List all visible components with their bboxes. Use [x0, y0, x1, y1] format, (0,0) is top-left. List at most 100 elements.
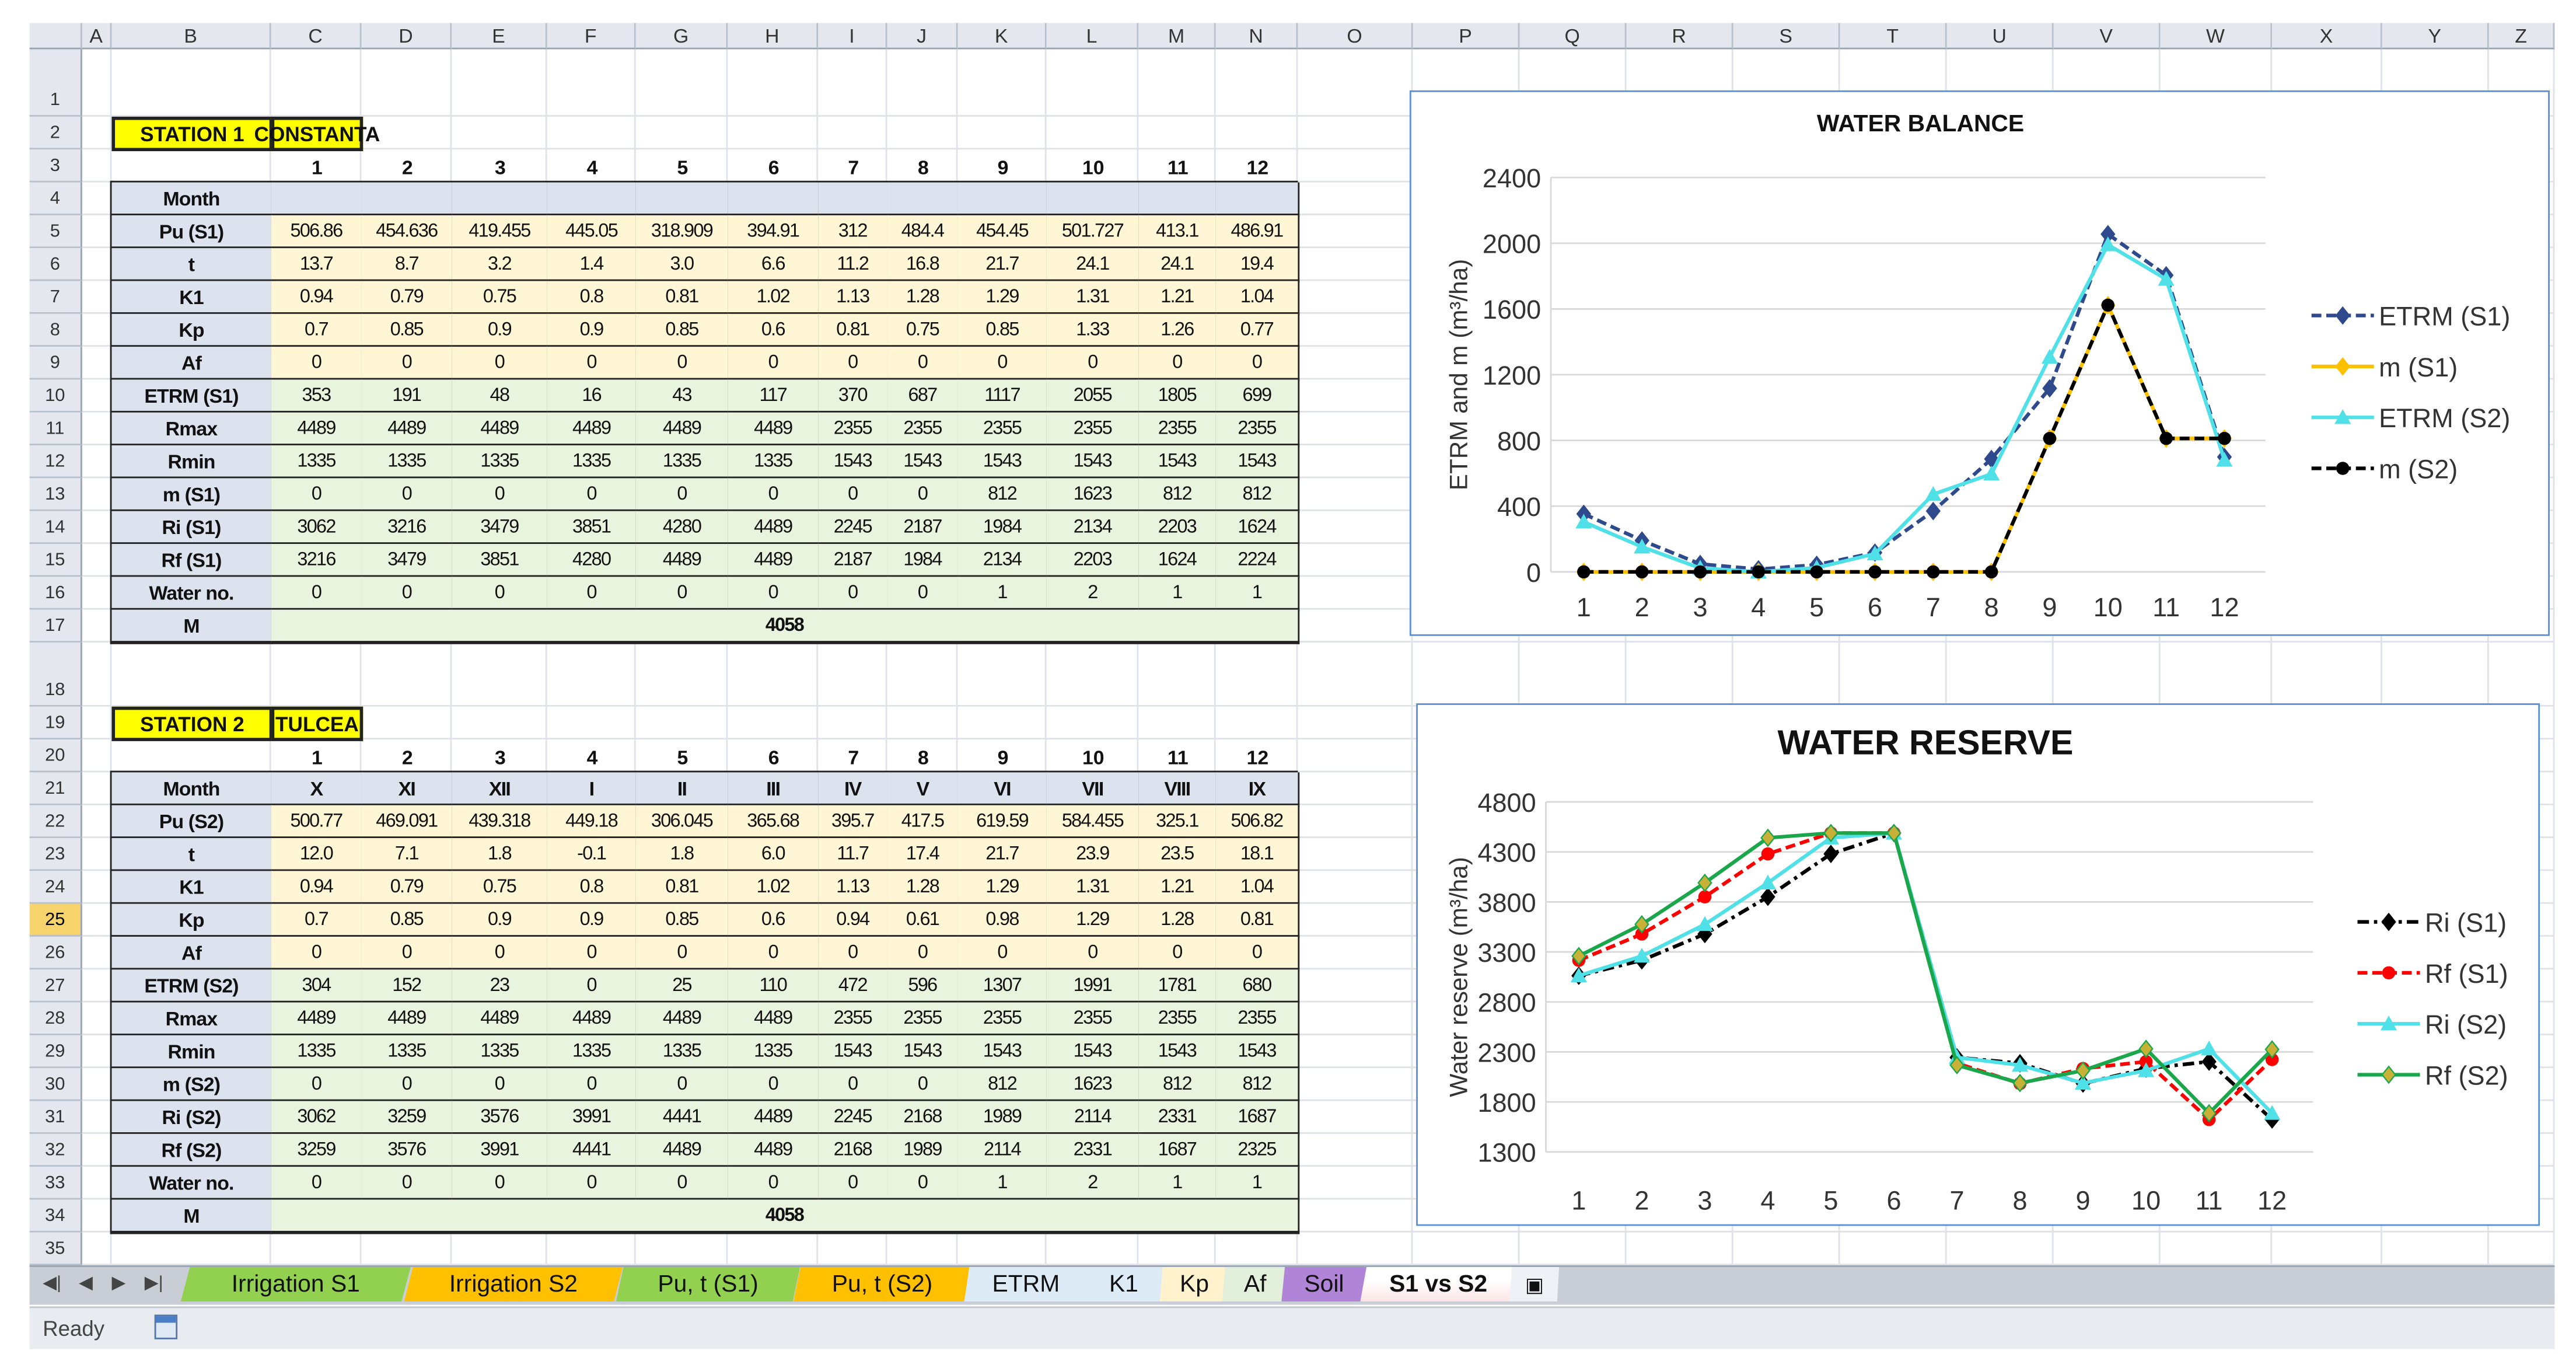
row-header[interactable]: 25	[29, 903, 82, 937]
value-cell[interactable]: 2114	[957, 1133, 1048, 1168]
value-cell[interactable]: 506.82	[1215, 805, 1300, 840]
row-label[interactable]: Rf (S1)	[111, 543, 273, 579]
value-cell[interactable]: 0.81	[635, 871, 730, 906]
row-label[interactable]: ETRM (S1)	[111, 379, 273, 414]
value-cell[interactable]: 812	[1138, 1068, 1218, 1103]
value-cell[interactable]: 4489	[361, 412, 454, 447]
value-cell[interactable]: 619.59	[957, 805, 1048, 840]
value-cell[interactable]: 23.9	[1046, 838, 1141, 873]
value-cell[interactable]: 1543	[818, 1035, 889, 1070]
month-number[interactable]: 5	[636, 149, 729, 184]
sheet-tab[interactable]: Irrigation S1	[180, 1266, 411, 1302]
value-cell[interactable]: 0	[728, 936, 820, 972]
value-cell[interactable]: 1624	[1138, 543, 1218, 579]
value-cell[interactable]: 4489	[635, 543, 730, 579]
value-cell[interactable]: 0	[1046, 936, 1141, 972]
value-cell[interactable]: 1543	[818, 445, 889, 480]
row-label[interactable]: Ri (S2)	[111, 1101, 273, 1136]
value-cell[interactable]: 4489	[547, 1002, 638, 1037]
month-cell[interactable]: IV	[818, 772, 889, 807]
month-number[interactable]: 7	[818, 739, 889, 774]
value-cell[interactable]: 0	[547, 936, 638, 972]
value-cell[interactable]: 1.04	[1215, 281, 1300, 316]
value-cell[interactable]: 687	[887, 379, 960, 414]
value-cell[interactable]: 306.045	[635, 805, 730, 840]
value-cell[interactable]: 1805	[1138, 379, 1218, 414]
row-header[interactable]: 22	[29, 805, 82, 839]
value-cell[interactable]: 4489	[547, 412, 638, 447]
month-number[interactable]: 4	[547, 739, 638, 774]
macro-record-icon[interactable]	[154, 1314, 178, 1339]
value-cell[interactable]: 449.18	[547, 805, 638, 840]
value-cell[interactable]: 0.85	[957, 313, 1048, 348]
insert-sheet-icon[interactable]: ▣	[1509, 1266, 1560, 1302]
value-cell[interactable]: 812	[957, 478, 1048, 513]
value-cell[interactable]: 0.9	[547, 313, 638, 348]
row-header[interactable]: 26	[29, 936, 82, 970]
value-cell[interactable]: 0.75	[887, 313, 960, 348]
value-cell[interactable]: 2055	[1046, 379, 1141, 414]
value-cell[interactable]: 3479	[452, 511, 549, 546]
value-cell[interactable]: 1.31	[1046, 871, 1141, 906]
value-cell[interactable]: 0	[635, 1068, 730, 1103]
column-header[interactable]: L	[1046, 23, 1139, 50]
value-cell[interactable]: 6.6	[728, 248, 820, 283]
value-cell[interactable]: 0.94	[818, 903, 889, 938]
value-cell[interactable]: 1335	[361, 1035, 454, 1070]
column-header[interactable]: S	[1733, 23, 1840, 50]
value-cell[interactable]: 0.79	[361, 281, 454, 316]
row-header[interactable]: 2	[29, 116, 82, 150]
row-header[interactable]: 23	[29, 838, 82, 871]
sheet-tab[interactable]: Pu, t (S1)	[616, 1266, 801, 1302]
row-header[interactable]: 8	[29, 313, 82, 347]
value-cell[interactable]: 0	[452, 478, 549, 513]
row-header[interactable]: 7	[29, 281, 82, 314]
value-cell[interactable]: 0	[957, 936, 1048, 972]
value-cell[interactable]: 2355	[887, 1002, 960, 1037]
value-cell[interactable]: 3.2	[452, 248, 549, 283]
value-cell[interactable]: 413.1	[1138, 215, 1218, 250]
value-cell[interactable]: 1543	[887, 445, 960, 480]
value-cell[interactable]: 0.8	[547, 281, 638, 316]
row-header[interactable]: 1	[29, 49, 82, 117]
row-label[interactable]: Kp	[111, 313, 273, 348]
month-number[interactable]: 6	[728, 739, 820, 774]
value-cell[interactable]: 1.29	[957, 871, 1048, 906]
value-cell[interactable]: 21.7	[957, 248, 1048, 283]
value-cell[interactable]: 2355	[1215, 412, 1300, 447]
value-cell[interactable]: 0	[818, 577, 889, 612]
value-cell[interactable]: 1335	[452, 445, 549, 480]
value-cell[interactable]: 419.455	[452, 215, 549, 250]
column-header[interactable]: C	[271, 23, 362, 50]
value-cell[interactable]: 3.0	[635, 248, 730, 283]
column-header[interactable]: H	[728, 23, 819, 50]
value-cell[interactable]: 11.7	[818, 838, 889, 873]
month-number[interactable]: 1	[271, 739, 363, 774]
value-cell[interactable]: 1543	[1046, 1035, 1141, 1070]
value-cell[interactable]: 1624	[1215, 511, 1300, 546]
row-label[interactable]: Water no.	[111, 1167, 273, 1202]
month-cell[interactable]	[635, 182, 730, 217]
value-cell[interactable]: 0	[361, 478, 454, 513]
month-number[interactable]: 10	[1047, 739, 1140, 774]
value-cell[interactable]: 3991	[547, 1101, 638, 1136]
row-header[interactable]: 28	[29, 1002, 82, 1035]
value-cell[interactable]: 1.28	[887, 281, 960, 316]
value-cell[interactable]: 2355	[1046, 1002, 1141, 1037]
month-number[interactable]: 2	[361, 149, 453, 184]
value-cell[interactable]: 1.21	[1138, 281, 1218, 316]
value-cell[interactable]: 16	[547, 379, 638, 414]
value-cell[interactable]: 472	[818, 969, 889, 1004]
row-label[interactable]: Rf (S2)	[111, 1133, 273, 1168]
value-cell[interactable]: 1.28	[1138, 903, 1218, 938]
column-header[interactable]: O	[1298, 23, 1413, 50]
value-cell[interactable]: 0	[547, 478, 638, 513]
value-cell[interactable]: 812	[1215, 478, 1300, 513]
value-cell[interactable]: 3851	[547, 511, 638, 546]
value-cell[interactable]: 0	[818, 347, 889, 382]
value-cell[interactable]: 0.77	[1215, 313, 1300, 348]
month-number[interactable]: 8	[887, 739, 959, 774]
value-cell[interactable]: 0	[635, 936, 730, 972]
value-cell[interactable]: 812	[957, 1068, 1048, 1103]
row-label[interactable]: Month	[111, 772, 273, 807]
